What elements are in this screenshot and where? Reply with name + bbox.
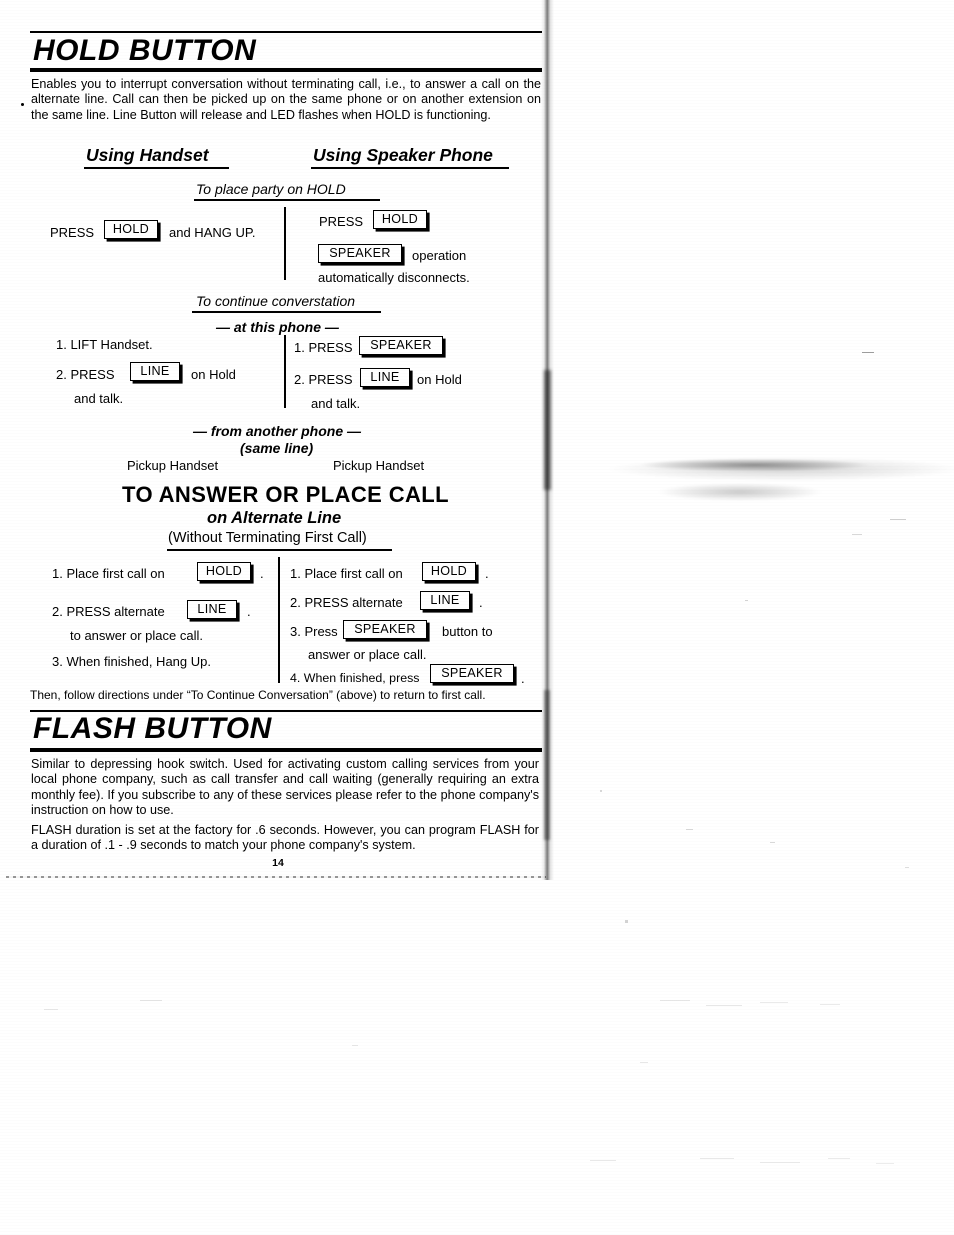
answer-handset-step-2-post: . (247, 604, 251, 619)
key-hold-answer-speaker[interactable]: HOLD (422, 562, 476, 581)
answer-speaker-step-1-pre: 1. Place first call on (290, 566, 403, 581)
place-on-hold-speaker-operation-label: operation (412, 248, 467, 263)
scanned-page-sheet: HOLD BUTTON Enables you to interrupt con… (0, 0, 556, 880)
answer-speaker-step-2-post: . (479, 595, 483, 610)
continue-handset-step-2-pre: 2. PRESS (56, 367, 115, 382)
scan-noise-band-upper (555, 425, 954, 505)
place-on-hold-speaker-press-label: PRESS (319, 214, 364, 229)
column-heading-speaker-underline (311, 167, 509, 169)
answer-speaker-step-3-pre: 3. Press (290, 624, 338, 639)
key-speaker-answer-finish[interactable]: SPEAKER (430, 664, 514, 683)
place-on-hold-heading: To place party on HOLD (196, 181, 346, 197)
continue-handset-step-2-cont: and talk. (74, 391, 124, 406)
answer-handset-step-2-pre: 2. PRESS alternate (52, 604, 165, 619)
hold-section-title: HOLD BUTTON (33, 34, 257, 67)
page-bottom-edge-artifact (6, 876, 546, 878)
column-heading-handset: Using Handset (86, 145, 209, 165)
continue-speaker-step-2-post: on Hold (417, 372, 462, 387)
place-on-hold-speaker-disconnect-note: automatically disconnects. (318, 270, 470, 285)
key-speaker-answer[interactable]: SPEAKER (343, 620, 427, 639)
hold-title-rule-bottom (30, 68, 542, 72)
answer-handset-step-1-pre: 1. Place first call on (52, 566, 165, 581)
answer-speaker-step-1-post: . (485, 566, 489, 581)
hold-intro-paragraph: Enables you to interrupt conversation wi… (31, 77, 541, 122)
subheading-at-this-phone: — at this phone — (216, 319, 339, 335)
key-speaker-place-disconnect[interactable]: SPEAKER (318, 244, 402, 263)
answer-speaker-step-3-post: button to (442, 624, 493, 639)
answer-place-call-subtitle: on Alternate Line (207, 509, 342, 527)
column-divider-middle (284, 335, 287, 408)
continue-handset-step-1: 1. LIFT Handset. (56, 337, 153, 352)
answer-handset-step-1-post: . (260, 566, 264, 581)
key-hold-speaker-place[interactable]: HOLD (373, 210, 427, 229)
answer-place-call-title: TO ANSWER OR PLACE CALL (122, 482, 449, 507)
answer-speaker-step-3-cont: answer or place call. (308, 647, 427, 662)
place-on-hold-handset-press-label: PRESS (50, 225, 95, 240)
scan-dot-artifact (21, 103, 24, 106)
key-line-continue-handset[interactable]: LINE (130, 362, 180, 381)
flash-section-title: FLASH BUTTON (33, 712, 272, 745)
subheading-same-line: (same line) (240, 440, 314, 456)
flash-paragraph-1: Similar to depressing hook switch. Used … (31, 757, 539, 818)
key-line-continue-speaker[interactable]: LINE (360, 368, 410, 387)
continue-speaker-step-1-pre: 1. PRESS (294, 340, 353, 355)
hold-closing-note: Then, follow directions under “To Contin… (30, 688, 486, 702)
flash-paragraph-2: FLASH duration is set at the factory for… (31, 823, 539, 853)
flash-title-rule-bottom (30, 748, 542, 752)
answer-place-call-note: (Without Terminating First Call) (168, 530, 367, 546)
scan-noise-band-lower (600, 470, 900, 518)
hold-title-rule-top (30, 31, 542, 33)
column-heading-handset-underline (84, 167, 229, 169)
column-divider-lower (278, 557, 281, 683)
key-hold-handset-place[interactable]: HOLD (104, 220, 158, 239)
continue-speaker-step-2-pre: 2. PRESS (294, 372, 353, 387)
answer-handset-step-3: 3. When finished, Hang Up. (52, 654, 211, 669)
answer-place-call-note-underline (167, 549, 392, 551)
page-edge-shadow-artifact (541, 0, 554, 880)
continue-conversation-heading: To continue converstation (196, 293, 356, 309)
key-hold-answer-handset[interactable]: HOLD (197, 562, 251, 581)
continue-handset-step-2-post: on Hold (191, 367, 236, 382)
subheading-from-another-phone: — from another phone — (193, 423, 361, 439)
answer-speaker-step-4-post: . (521, 671, 525, 686)
column-divider-upper (284, 207, 287, 280)
answer-speaker-step-2-pre: 2. PRESS alternate (290, 595, 403, 610)
place-on-hold-heading-underline (194, 199, 380, 201)
place-on-hold-handset-after: and HANG UP. (169, 225, 256, 240)
key-line-answer-speaker[interactable]: LINE (420, 591, 470, 610)
pickup-handset-right: Pickup Handset (333, 458, 425, 473)
page-number: 14 (272, 857, 284, 869)
answer-handset-step-2-cont: to answer or place call. (70, 628, 203, 643)
continue-conversation-heading-underline (192, 311, 381, 313)
key-line-answer-handset[interactable]: LINE (187, 600, 237, 619)
key-speaker-continue[interactable]: SPEAKER (359, 336, 443, 355)
answer-speaker-step-4-pre: 4. When finished, press (290, 671, 420, 685)
column-heading-speaker: Using Speaker Phone (313, 145, 493, 165)
continue-speaker-step-2-cont: and talk. (311, 396, 361, 411)
pickup-handset-left: Pickup Handset (127, 458, 219, 473)
